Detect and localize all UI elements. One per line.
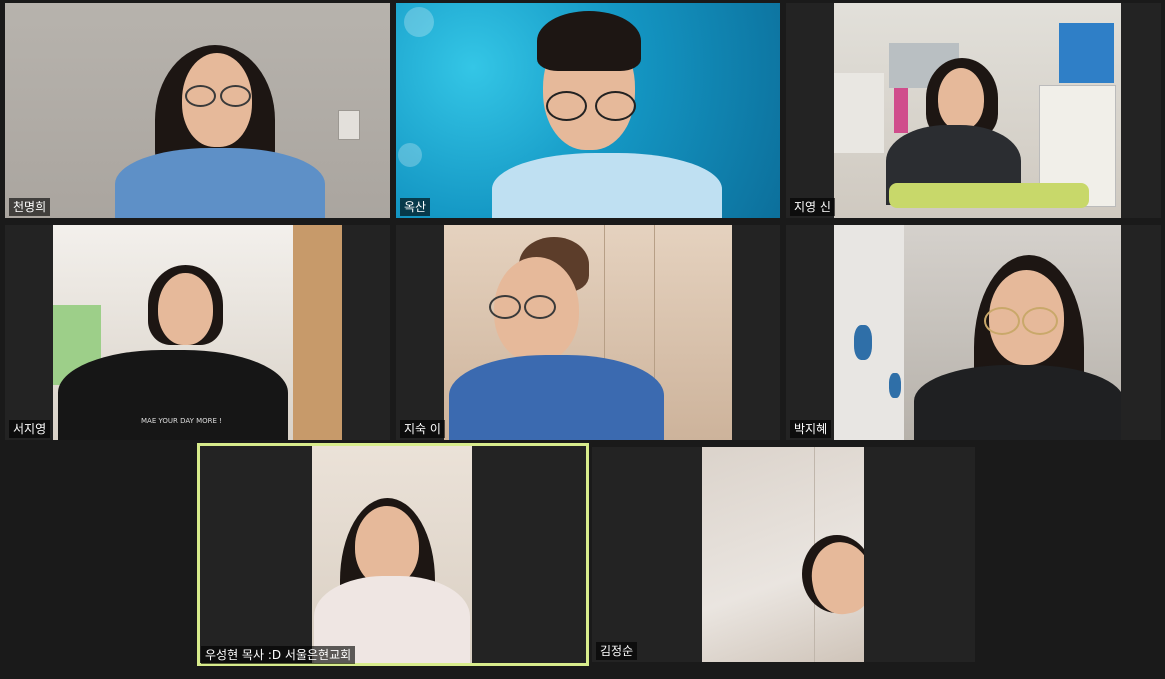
video-tile-participant-4[interactable]: MAE YOUR DAY MORE ! 서지영: [5, 225, 390, 440]
participant-name-label: 천명희: [9, 198, 51, 216]
participant-name-label: 서지영: [9, 420, 51, 438]
participant-video: [5, 3, 390, 218]
video-tile-participant-3[interactable]: 지영 신: [786, 3, 1161, 218]
participant-name-label: 지숙 이: [400, 420, 445, 438]
participant-name-label: 우성현 목사 :D 서울은현교회: [201, 646, 356, 664]
participant-video: [396, 3, 780, 218]
participant-video: [312, 446, 472, 663]
video-tile-participant-2[interactable]: 옥산: [396, 3, 780, 218]
video-tile-participant-1[interactable]: 천명희: [5, 3, 390, 218]
video-tile-participant-7-active-speaker[interactable]: 우성현 목사 :D 서울은현교회: [197, 443, 589, 666]
participant-video: [444, 225, 732, 440]
participant-name-label: 지영 신: [790, 198, 835, 216]
video-tile-participant-6[interactable]: 박지혜: [786, 225, 1161, 440]
participant-name-label: 김정순: [596, 642, 638, 660]
participant-video: [834, 225, 1121, 440]
participant-video: [834, 3, 1121, 218]
video-tile-participant-8[interactable]: 김정순: [592, 447, 975, 662]
participant-video: [702, 447, 864, 662]
participant-name-label: 박지혜: [790, 420, 832, 438]
t-shirt-print: MAE YOUR DAY MORE !: [141, 417, 222, 425]
participant-name-label: 옥산: [400, 198, 431, 216]
video-tile-participant-5[interactable]: 지숙 이: [396, 225, 780, 440]
participant-video: MAE YOUR DAY MORE !: [53, 225, 342, 440]
